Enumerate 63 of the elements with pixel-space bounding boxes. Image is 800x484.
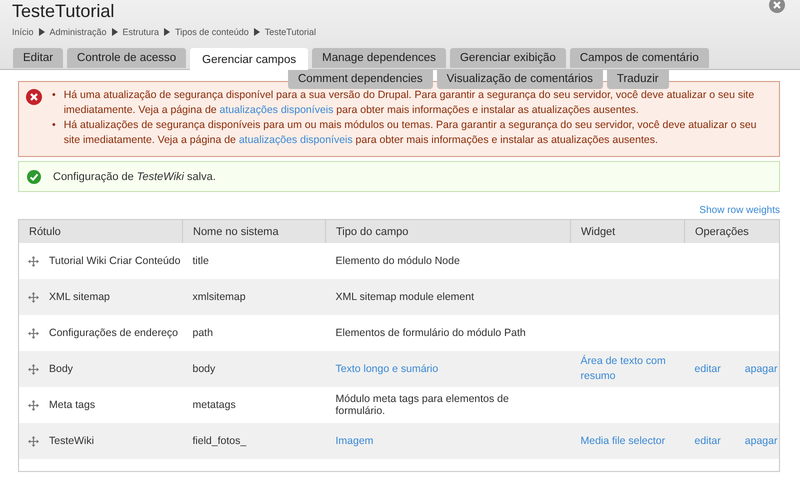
machine-name: xmlsitemap — [192, 291, 246, 303]
error-icon — [26, 89, 42, 105]
column-header: Nome no sistema — [182, 220, 326, 243]
machine-name: title — [192, 255, 209, 267]
drag-handle-icon[interactable] — [28, 400, 39, 410]
column-header: Tipo do campo — [326, 220, 570, 243]
field-type: Elemento do módulo Node — [336, 255, 460, 267]
breadcrumb-link[interactable]: Início — [12, 27, 34, 37]
check-icon — [27, 170, 41, 184]
machine-name: metatags — [192, 399, 236, 411]
tab[interactable]: Campos de comentário — [570, 48, 709, 68]
field-type-link[interactable]: Texto longo e sumário — [336, 363, 438, 375]
breadcrumb-link[interactable]: TesteTutorial — [264, 27, 316, 37]
show-row-weights-link[interactable]: Show row weights — [699, 205, 780, 216]
field-type-link[interactable]: Imagem — [336, 435, 374, 447]
field-label: XML sitemap — [49, 291, 110, 303]
machine-name: field_fotos_ — [192, 435, 246, 447]
column-header: Rótulo — [18, 220, 182, 243]
separator-icon — [164, 28, 170, 36]
updates-link[interactable]: atualizações disponíveis — [238, 134, 353, 146]
tab[interactable]: Gerenciar exibição — [450, 48, 566, 68]
operation-link[interactable]: editar — [694, 363, 721, 375]
drag-handle-icon[interactable] — [28, 328, 39, 338]
field-label: Meta tags — [49, 399, 96, 411]
close-icon[interactable] — [769, 0, 785, 13]
field-type: Elementos de formulário do módulo Path — [336, 327, 526, 339]
page-title: TesteTutorial — [12, 1, 114, 23]
operation-link[interactable]: apagar — [744, 363, 778, 375]
tab[interactable]: Editar — [13, 48, 64, 68]
bullet: • — [52, 88, 56, 103]
status-text: Configuração de TesteWiki salva. — [53, 170, 216, 182]
tab[interactable]: Manage dependences — [312, 48, 446, 68]
separator-icon — [254, 28, 260, 36]
field-type: Módulo meta tags para elementos de formulário. — [336, 393, 509, 417]
breadcrumb-link[interactable]: Estrutura — [122, 27, 160, 37]
machine-name: path — [192, 327, 213, 339]
bullet: • — [52, 118, 56, 133]
tab[interactable]: Controle de acesso — [67, 48, 186, 68]
operation-link[interactable]: editar — [694, 435, 721, 447]
machine-name: body — [192, 363, 216, 375]
drag-handle-icon[interactable] — [28, 436, 39, 446]
field-label: Body — [49, 363, 73, 375]
drag-handle-icon[interactable] — [28, 364, 39, 374]
column-header: Widget — [570, 220, 684, 243]
error-text: Há uma atualização de segurança disponível para a sua versão do Drupal. Para garantir a segurança do seu servidor, você deve atualizar o seu site imediatamente. Veja a página de atualizações disponíveis para obter mais informações e instalar as atualizações ausentes. — [64, 88, 756, 118]
tab[interactable]: Comment dependencies — [288, 70, 433, 89]
column-header: Operações — [684, 220, 780, 243]
field-label: Configurações de endereço — [49, 327, 178, 339]
error-text: Há atualizações de segurança disponíveis para um ou mais módulos ou temas. Para garantir a segurança do seu servidor, você deve atualizar o seu site imediatamente. Veja a página de atualizações disponíveis para obter mais informações e instalar as atualizações ausentes. — [64, 118, 758, 148]
tab[interactable]: Gerenciar campos — [190, 48, 308, 70]
tab[interactable]: Traduzir — [606, 70, 669, 89]
field-type: XML sitemap module element — [336, 291, 474, 303]
operation-link[interactable]: apagar — [744, 435, 778, 447]
separator-icon — [112, 28, 118, 36]
separator-icon — [38, 28, 45, 36]
drag-handle-icon[interactable] — [28, 292, 39, 302]
field-label: Tutorial Wiki Criar Conteúdo — [49, 255, 180, 267]
breadcrumb-link[interactable]: Administração — [50, 27, 107, 37]
tab[interactable]: Visualização de comentários — [436, 70, 603, 89]
drag-handle-icon[interactable] — [28, 256, 39, 266]
updates-link[interactable]: atualizações disponíveis — [220, 104, 334, 116]
breadcrumb-link[interactable]: Tipos de conteúdo — [175, 27, 249, 37]
field-label: TesteWiki — [49, 435, 94, 447]
